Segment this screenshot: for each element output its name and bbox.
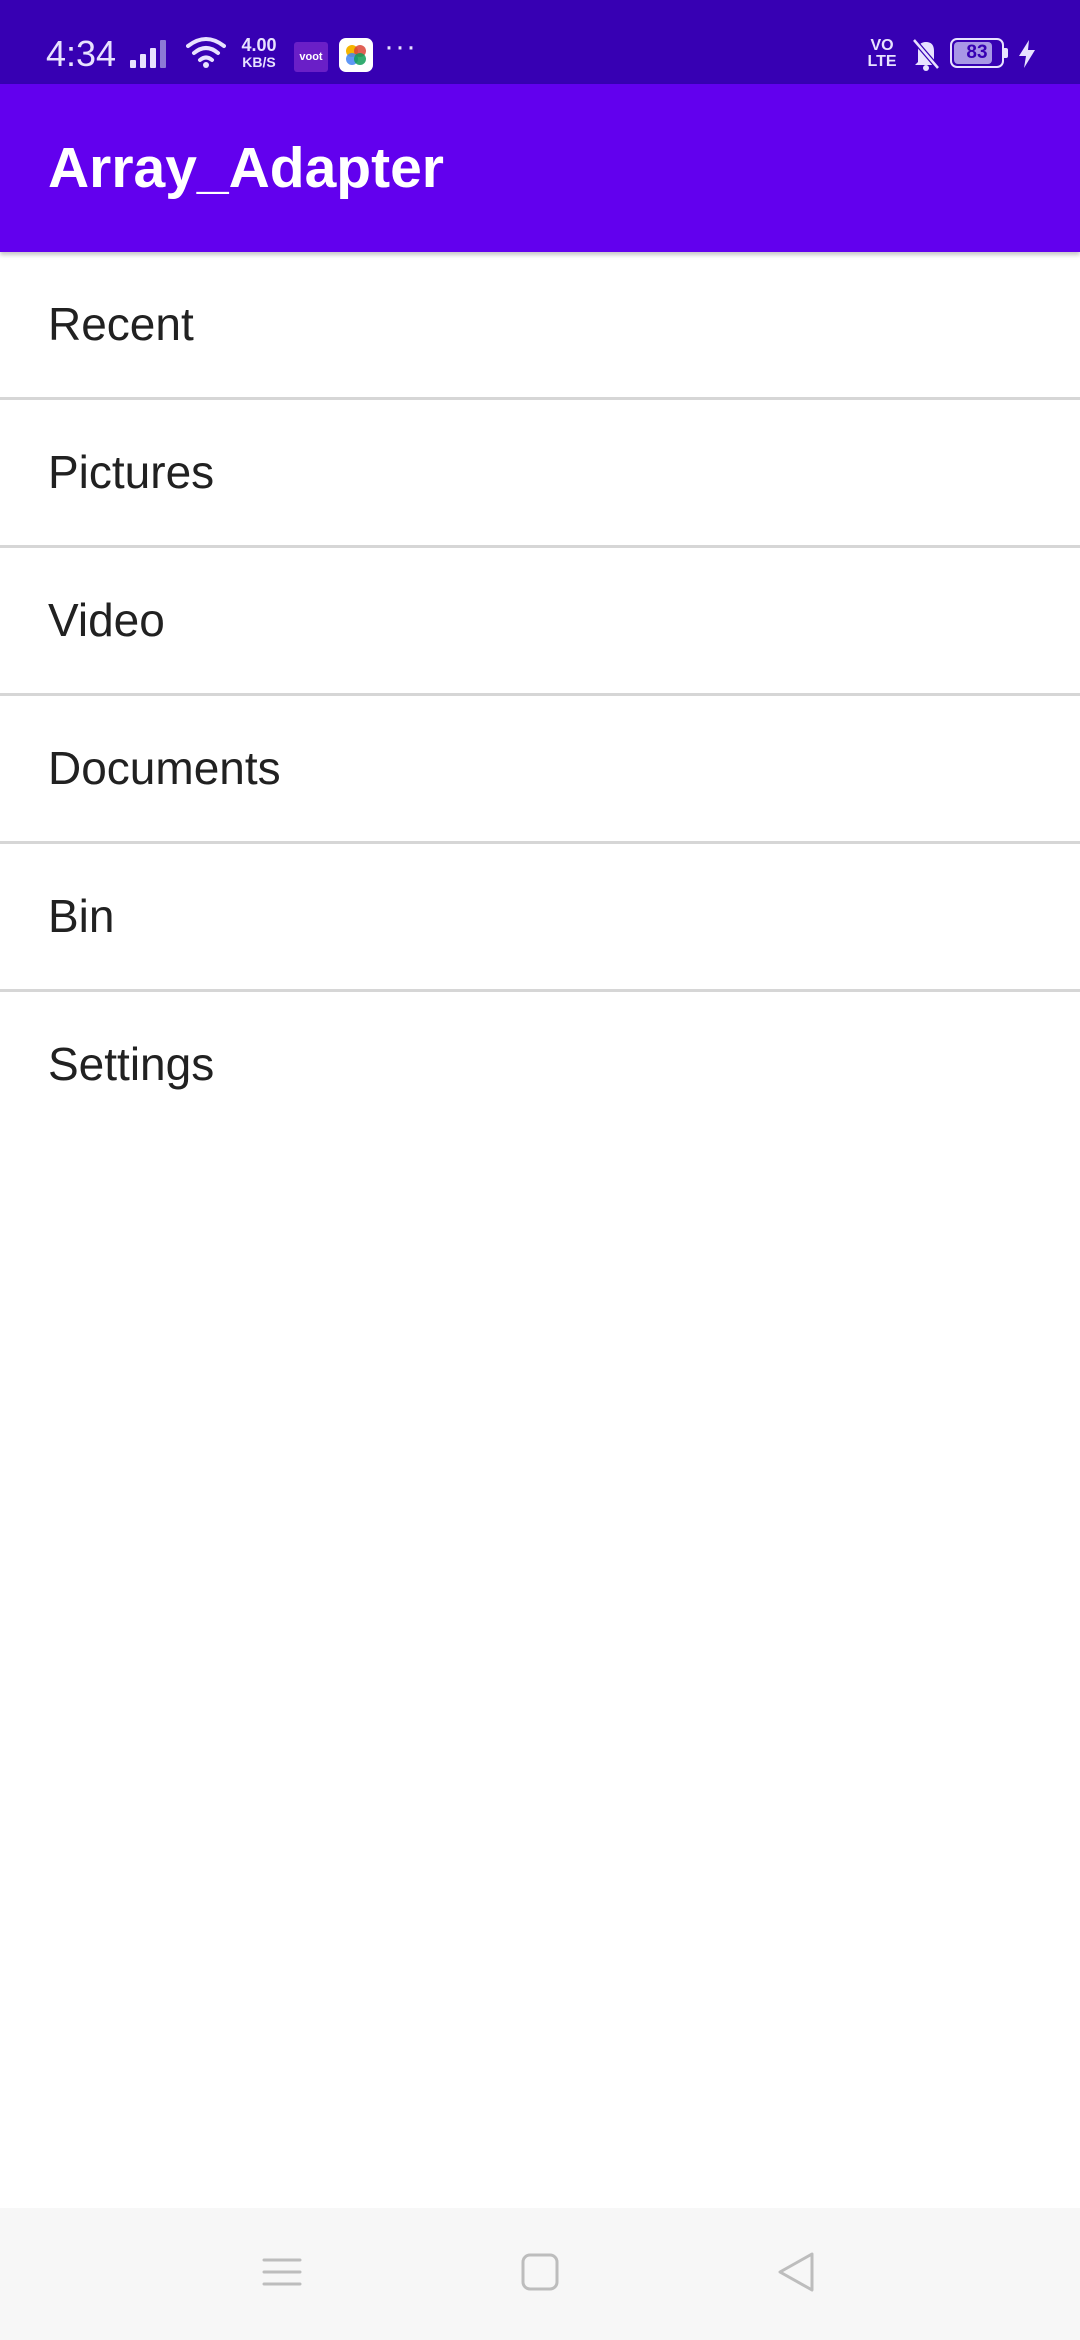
list-item-label: Video [48, 594, 165, 646]
volte-top-label: VO [870, 37, 894, 54]
app-bar: Array_Adapter [0, 84, 1080, 252]
list-item-recent[interactable]: Recent [0, 252, 1080, 400]
list-item-video[interactable]: Video [0, 548, 1080, 696]
volte-icon: VO LTE [862, 38, 902, 70]
home-button[interactable] [502, 2236, 578, 2312]
mute-icon [910, 36, 942, 77]
status-bar: 4:34 4.00 KB/S voot ··· VO LTE 83 [0, 0, 1080, 84]
network-speed-value: 4.00 [241, 35, 277, 55]
charging-icon [1018, 40, 1036, 73]
list-item-label: Pictures [48, 446, 215, 498]
list-item-documents[interactable]: Documents [0, 696, 1080, 844]
battery-level: 83 [966, 42, 988, 63]
list-item-label: Bin [48, 890, 115, 942]
wifi-icon [186, 34, 226, 75]
volte-bottom-label: LTE [867, 53, 897, 70]
voot-app-icon: voot [294, 42, 328, 72]
list-item-bin[interactable]: Bin [0, 844, 1080, 992]
status-time: 4:34 [46, 33, 117, 74]
list-item-settings[interactable]: Settings [0, 992, 1080, 1137]
app-title: Array_Adapter [48, 136, 444, 200]
list-item-label: Recent [48, 298, 194, 350]
network-speed: 4.00 KB/S [236, 36, 282, 70]
battery-tip [1004, 48, 1008, 58]
more-icon: ··· [384, 30, 417, 63]
back-button[interactable] [758, 2236, 834, 2312]
list-item-pictures[interactable]: Pictures [0, 400, 1080, 548]
menu-icon [262, 2254, 302, 2295]
network-speed-unit: KB/S [242, 54, 276, 70]
app-icon [339, 38, 373, 72]
list-item-label: Settings [48, 1038, 215, 1090]
back-icon [776, 2250, 816, 2299]
menu-button[interactable] [244, 2236, 320, 2312]
home-icon [520, 2252, 560, 2297]
navigation-bar [0, 2208, 1080, 2340]
list-item-label: Documents [48, 742, 281, 794]
battery-icon: 83 [950, 38, 1008, 68]
signal-icon [128, 36, 174, 77]
list-view[interactable]: Recent Pictures Video Documents Bin Sett… [0, 252, 1080, 1137]
